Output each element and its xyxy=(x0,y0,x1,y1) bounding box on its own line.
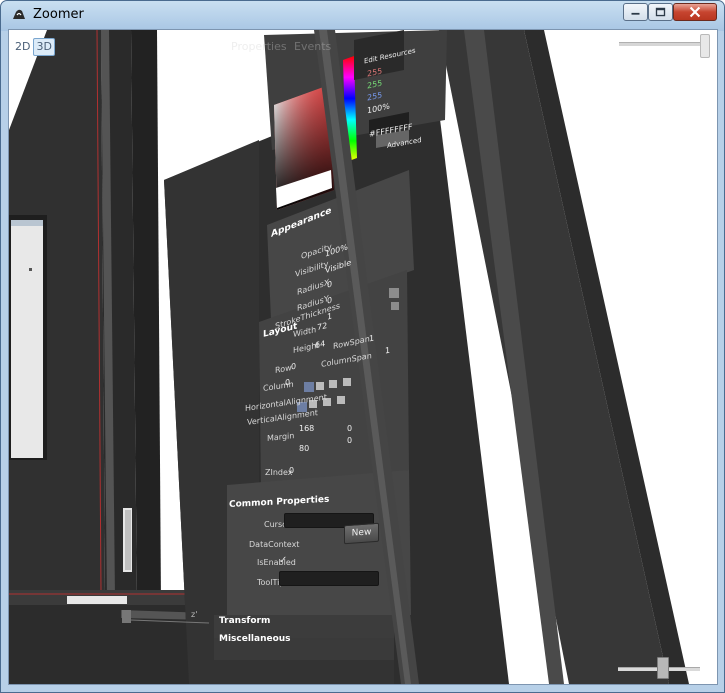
miscellaneous-section-header[interactable]: Miscellaneous xyxy=(219,634,291,644)
margin-right-value[interactable]: 0 xyxy=(347,424,352,433)
minimize-button[interactable] xyxy=(623,3,648,21)
strokethickness-value[interactable]: 1 xyxy=(327,311,332,322)
isenabled-label: IsEnabled xyxy=(257,558,296,567)
radiusx-value[interactable]: 0 xyxy=(327,279,332,290)
events-tab-ghost: Events xyxy=(294,40,332,53)
margin-bottom-value[interactable]: 0 xyxy=(347,436,352,445)
minimize-icon xyxy=(631,12,640,15)
properties-tab-ghost: Properties xyxy=(231,40,287,53)
rotation-slider-track[interactable] xyxy=(619,42,701,46)
close-button[interactable] xyxy=(673,3,717,21)
datacontext-new-button[interactable]: New xyxy=(344,522,379,545)
zindex-value[interactable]: 0 xyxy=(289,466,294,475)
tooltip-field[interactable] xyxy=(279,571,379,586)
zoom-slider-thumb[interactable] xyxy=(656,657,669,679)
close-icon xyxy=(689,6,701,18)
zoomer-viewport[interactable]: Properties Events Edit Resources 255 255… xyxy=(8,29,718,685)
margin-top-value[interactable]: 80 xyxy=(299,444,309,453)
zoomer-app-icon xyxy=(13,9,25,19)
row-value[interactable]: 0 xyxy=(291,362,296,372)
maximize-icon xyxy=(655,7,666,17)
isenabled-checkbox[interactable]: ✓ xyxy=(279,555,287,566)
window-title: Zoomer xyxy=(33,7,84,22)
transform-section-header[interactable]: Transform xyxy=(219,616,270,626)
mode-3d-button[interactable]: 3D xyxy=(33,38,55,56)
corner-label: z' xyxy=(191,610,198,619)
column-value[interactable]: 0 xyxy=(285,378,290,388)
zoomer-window: Zoomer Properties Events Edit Resources … xyxy=(0,0,725,693)
rowspan-value[interactable]: 1 xyxy=(369,333,374,343)
maximize-button[interactable] xyxy=(648,3,673,21)
rotation-slider-thumb[interactable] xyxy=(700,34,710,58)
title-bar[interactable]: Zoomer xyxy=(1,1,724,29)
margin-left-value[interactable]: 168 xyxy=(299,424,314,433)
view-mode-toggle[interactable]: 2D 3D xyxy=(12,38,55,56)
mode-2d-button[interactable]: 2D xyxy=(12,38,33,56)
datacontext-label: DataContext xyxy=(249,540,300,549)
columnspan-value[interactable]: 1 xyxy=(385,346,390,356)
